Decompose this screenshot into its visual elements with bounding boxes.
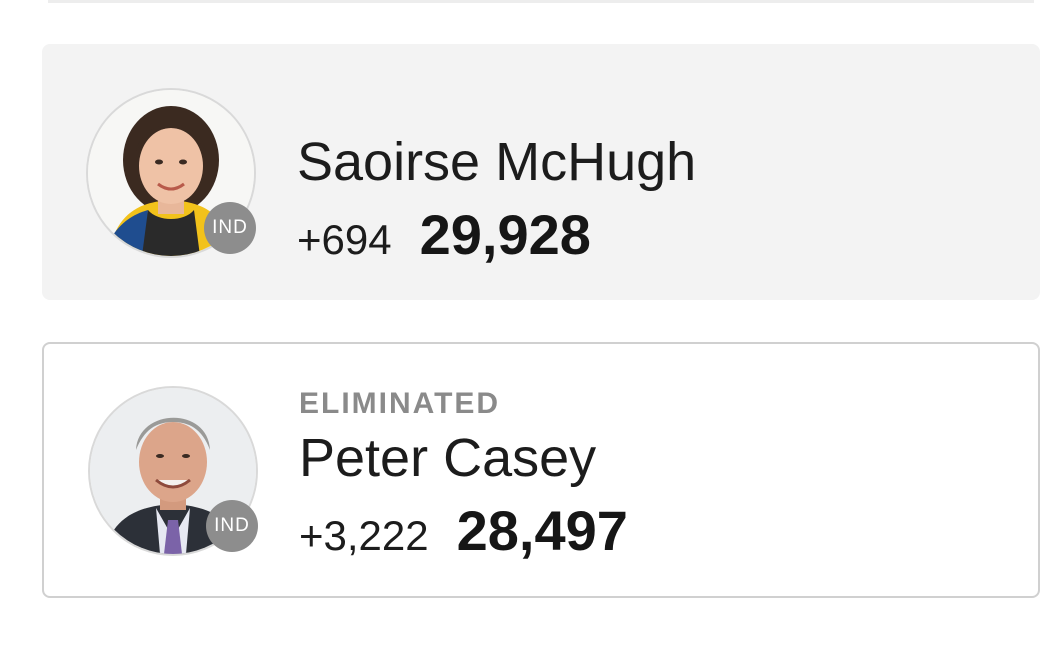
vote-total: 29,928 (419, 203, 591, 266)
votes-row: +3,222 28,497 (299, 498, 628, 563)
candidate-name: Peter Casey (299, 428, 597, 488)
vote-change: +694 (297, 216, 392, 263)
party-badge: IND (204, 202, 256, 254)
candidate-card[interactable]: IND ELIMINATED Peter Casey +3,222 28,497 (42, 342, 1040, 598)
candidate-avatar-wrap: IND (86, 88, 256, 258)
candidate-card[interactable]: IND Saoirse McHugh +694 29,928 (42, 44, 1040, 300)
top-divider (48, 0, 1034, 3)
status-label: ELIMINATED (299, 387, 501, 420)
candidate-info: ELIMINATED Peter Casey +3,222 28,497 (299, 384, 628, 563)
vote-change: +3,222 (299, 512, 429, 559)
party-badge: IND (206, 500, 258, 552)
candidate-info: Saoirse McHugh +694 29,928 (297, 128, 696, 267)
votes-row: +694 29,928 (297, 202, 696, 267)
candidate-avatar-wrap: IND (88, 386, 258, 556)
vote-total: 28,497 (456, 499, 628, 562)
candidate-name: Saoirse McHugh (297, 132, 697, 192)
